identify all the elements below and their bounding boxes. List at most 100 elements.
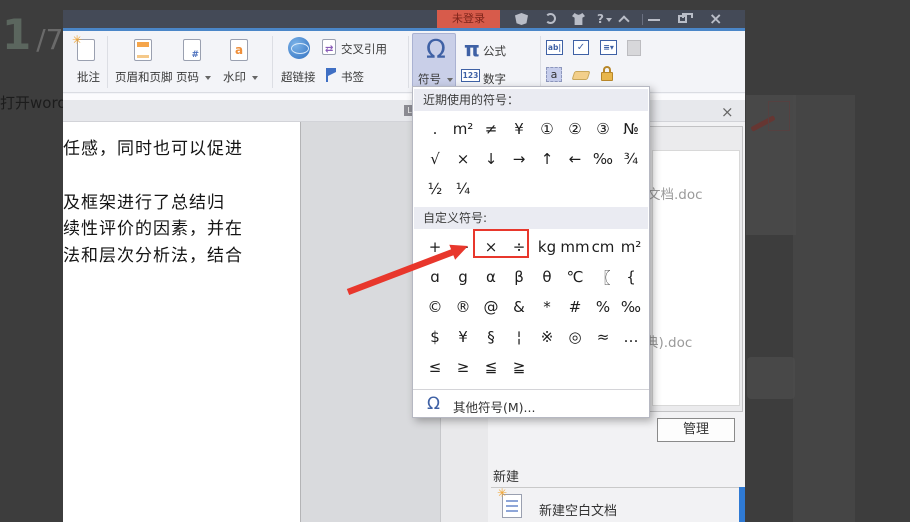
symbol-cell[interactable]: & [505,293,533,321]
chevron-down-icon [251,75,258,80]
checkbox-control-icon[interactable]: ✓ [573,40,589,55]
symbol-cell[interactable]: ≥ [449,353,477,381]
minimize-button[interactable] [648,19,660,21]
eraser-icon[interactable] [571,71,591,80]
dimmed-background-band [793,95,855,522]
titlebar-divider [642,14,643,25]
symbol-cell[interactable]: ¾ [617,145,645,173]
symbol-cell[interactable]: … [617,323,645,351]
symbol-cell[interactable]: % [589,293,617,321]
symbol-cell[interactable]: kg [533,233,561,261]
bookmark-label: 书签 [341,70,364,84]
bookmark-button[interactable]: 书签 [322,67,382,87]
symbol-cell[interactable]: ¥ [505,115,533,143]
custom-symbols-row: $ ¥ § ¦ ※ ◎ ≈… [421,323,647,351]
restore-button[interactable] [678,13,693,23]
symbol-cell[interactable]: β [505,263,533,291]
manage-button[interactable]: 管理 [657,418,735,442]
help-button[interactable]: ? [597,13,612,25]
symbol-cell[interactable]: § [477,323,505,351]
symbol-cell[interactable]: ≤ [421,353,449,381]
collapse-ribbon-button[interactable] [618,15,630,27]
page-number-button[interactable]: # 页码 [176,35,222,89]
recent-doc-item[interactable]: 文档.doc [647,183,703,203]
symbol-cell[interactable]: $ [421,323,449,351]
combobox-control-icon[interactable]: ≡▾ [600,40,617,55]
symbol-cell[interactable]: → [505,145,533,173]
symbol-cell[interactable]: № [617,115,645,143]
dimmed-watermark [747,357,795,399]
more-symbols-label: 其他符号(M)... [453,400,536,415]
symbol-cell[interactable]: α [477,263,505,291]
symbol-button[interactable]: Ω 符号 [412,33,456,91]
symbol-cell[interactable]: mm [560,233,589,261]
omega-icon: Ω [426,35,446,65]
bookmark-flag-icon [326,68,338,82]
symbol-cell[interactable]: ‰ [617,293,645,321]
security-shield-icon[interactable] [515,13,528,25]
symbol-cell[interactable]: @ [477,293,505,321]
header-footer-button[interactable]: 页眉和页脚 [115,35,173,89]
feedback-refresh-icon[interactable] [545,13,556,24]
symbol-cell[interactable]: ≧ [505,353,533,381]
hyperlink-label: 超链接 [281,70,316,84]
symbol-cell[interactable]: ¦ [505,323,533,351]
formula-button[interactable]: π 公式 [459,39,539,61]
symbol-cell[interactable]: ℃ [561,263,589,291]
symbol-cell[interactable]: ‰ [589,145,617,173]
symbol-cell[interactable]: ¼ [449,175,477,203]
task-pane-scrollbar[interactable] [739,487,745,522]
titlebar: 未登录 ? × [63,10,745,28]
comment-button[interactable]: ✳ 批注 [69,34,109,89]
number-123-icon: 123 [461,69,480,82]
symbol-cell[interactable]: cm [589,233,617,261]
cross-reference-button[interactable]: ⇄ 交叉引用 [322,39,402,59]
symbol-cell[interactable]: ← [561,145,589,173]
document-page[interactable]: 任感，同时也可以促进 及框架进行了总结归 续性评价的因素，并在 法和层次分析法，… [63,122,301,522]
symbol-cell[interactable]: . [421,115,449,143]
symbol-cell[interactable]: ① [533,115,561,143]
symbol-cell[interactable]: √ [421,145,449,173]
more-symbols-item[interactable]: Ω 其他符号(M)... [413,392,649,418]
hyperlink-globe-icon [288,37,310,59]
symbol-cell[interactable]: ≈ [589,323,617,351]
recent-doc-item[interactable]: 典).doc [645,331,692,351]
hyperlink-button[interactable]: 超链接 [281,35,321,89]
symbol-cell[interactable]: ↓ [477,145,505,173]
lock-protect-icon[interactable] [601,65,615,83]
dimmed-page-indicator: 1/7 [2,10,63,59]
close-button[interactable]: × [709,11,722,27]
dropdown-separator [413,389,649,390]
textbox-control-icon[interactable]: ab| [546,40,563,55]
control-properties-icon[interactable] [627,40,641,56]
recent-symbols-row: . m² ≠ ¥ ① ② ③ № [421,115,647,143]
symbol-cell[interactable]: θ [533,263,561,291]
symbol-cell[interactable]: × [449,145,477,173]
symbol-cell[interactable]: ※ [533,323,561,351]
watermark-button[interactable]: a 水印 [223,35,269,89]
cross-reference-label: 交叉引用 [341,42,387,56]
new-blank-doc-button[interactable]: 新建空白文档 [539,500,617,519]
symbol-cell[interactable]: ◎ [561,323,589,351]
symbol-cell[interactable]: m² [617,233,645,261]
symbol-cell[interactable]: ↑ [533,145,561,173]
symbol-cell[interactable]: ≦ [477,353,505,381]
symbol-cell[interactable]: ② [561,115,589,143]
symbol-cell[interactable]: 〖 [589,263,617,291]
page-number-label: 页码 [176,69,211,85]
dimmed-background-thumbnail [746,95,796,235]
skin-theme-icon[interactable] [572,13,585,25]
symbol-cell[interactable]: m² [449,115,477,143]
symbol-cell[interactable]: ≠ [477,115,505,143]
symbol-cell[interactable]: { [617,263,645,291]
symbol-cell[interactable]: ½ [421,175,449,203]
pi-icon: π [464,37,480,61]
symbol-cell[interactable]: ③ [589,115,617,143]
shading-control-icon[interactable]: a [546,67,562,82]
login-status-button[interactable]: 未登录 [437,10,500,28]
symbol-cell[interactable]: ¥ [449,323,477,351]
symbol-cell[interactable]: * [533,293,561,321]
symbol-cell[interactable]: # [561,293,589,321]
recent-symbols-row: √ × ↓ → ↑ ← ‰ ¾ [421,145,647,173]
task-pane-close-icon[interactable]: × [721,105,734,120]
